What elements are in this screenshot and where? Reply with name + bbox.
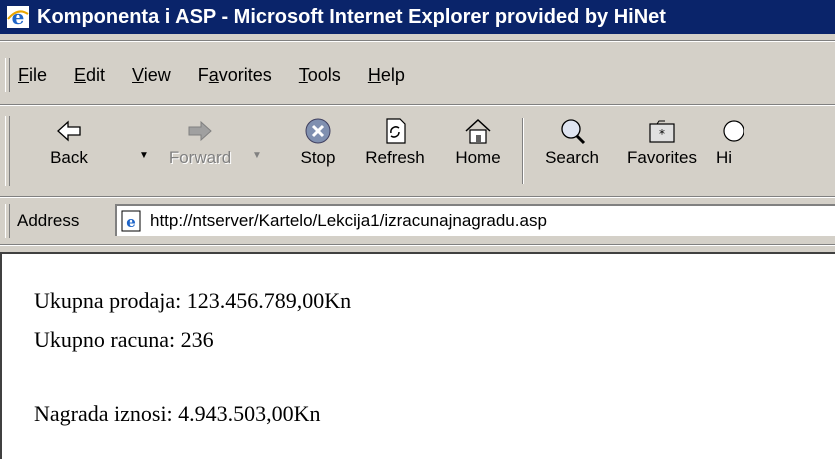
menu-grip[interactable] xyxy=(5,58,10,92)
menu-favorites-pre: F xyxy=(197,64,209,85)
address-bar: Address e xyxy=(0,200,835,242)
address-field[interactable]: e xyxy=(115,204,835,236)
back-arrow-icon xyxy=(57,120,81,142)
history-button[interactable]: Hi xyxy=(710,110,835,190)
menu-tools-mnemonic: T xyxy=(298,64,308,85)
search-label: Search xyxy=(545,148,599,167)
divider xyxy=(0,196,835,198)
svg-text:*: * xyxy=(659,127,665,141)
toolbar-separator xyxy=(522,118,524,184)
favorites-button[interactable]: * Favorites xyxy=(616,110,708,190)
menu-help-mnemonic: H xyxy=(367,64,381,85)
address-grip[interactable] xyxy=(5,204,10,238)
menu-favorites-mnemonic: a xyxy=(208,64,219,85)
back-button[interactable]: Back xyxy=(36,110,102,190)
search-icon xyxy=(561,119,586,145)
divider xyxy=(0,104,835,106)
divider xyxy=(0,244,835,246)
forward-dropdown-arrow[interactable]: ▼ xyxy=(252,150,262,161)
refresh-icon xyxy=(386,118,406,144)
page-content: Ukupna prodaja: 123.456.789,00Kn Ukupno … xyxy=(0,252,835,459)
address-label: Address xyxy=(17,211,80,230)
standard-toolbar: Back ▼ Forward ▼ Stop Refresh Home Searc… xyxy=(0,110,835,194)
address-input[interactable] xyxy=(150,211,790,231)
forward-button[interactable]: Forward xyxy=(160,110,240,190)
stop-icon xyxy=(305,118,331,144)
menu-favorites[interactable]: Favorites xyxy=(198,65,272,86)
menu-help-rest: elp xyxy=(380,64,405,85)
svg-text:e: e xyxy=(12,5,25,29)
menu-view-rest: iew xyxy=(143,64,171,85)
reward-amount-text: Nagrada iznosi: 4.943.503,00Kn xyxy=(34,401,321,426)
back-label: Back xyxy=(50,148,88,167)
stop-button[interactable]: Stop xyxy=(286,110,350,190)
divider xyxy=(0,40,835,42)
window-title: Komponenta i ASP - Microsoft Internet Ex… xyxy=(37,5,666,28)
menu-file[interactable]: File xyxy=(18,65,47,86)
home-button[interactable]: Home xyxy=(440,110,516,190)
forward-arrow-icon xyxy=(188,120,212,142)
back-dropdown-arrow[interactable]: ▼ xyxy=(139,150,149,161)
search-button[interactable]: Search xyxy=(530,110,614,190)
stop-label: Stop xyxy=(300,148,336,167)
menu-tools-rest: ools xyxy=(307,64,341,85)
refresh-button[interactable]: Refresh xyxy=(352,110,438,190)
menu-bar: File Edit View Favorites Tools Help xyxy=(0,50,835,100)
menu-view-mnemonic: V xyxy=(132,64,144,85)
menu-edit-mnemonic: E xyxy=(74,64,87,85)
favorites-folder-icon: * xyxy=(649,120,675,143)
home-icon xyxy=(465,118,491,144)
favorites-label: Favorites xyxy=(627,148,697,167)
menu-tools[interactable]: Tools xyxy=(299,65,341,86)
refresh-label: Refresh xyxy=(365,148,425,167)
menu-file-mnemonic: F xyxy=(18,64,29,85)
total-invoices-text: Ukupno racuna: 236 xyxy=(34,327,214,352)
menu-help[interactable]: Help xyxy=(368,65,405,86)
home-label: Home xyxy=(455,148,501,167)
menu-file-rest: ile xyxy=(29,64,48,85)
menu-edit[interactable]: Edit xyxy=(74,65,105,86)
history-label: Hi xyxy=(716,148,733,167)
menu-favorites-rest: vorites xyxy=(218,64,272,85)
history-icon xyxy=(723,120,744,142)
forward-label: Forward xyxy=(168,148,232,167)
total-sales-text: Ukupna prodaja: 123.456.789,00Kn xyxy=(34,288,352,313)
page-ie-icon: e xyxy=(121,210,141,232)
ie-logo-icon: e xyxy=(7,5,29,29)
svg-text:e: e xyxy=(126,213,136,231)
title-bar[interactable]: e Komponenta i ASP - Microsoft Internet … xyxy=(0,0,835,34)
menu-view[interactable]: View xyxy=(132,65,171,86)
menu-edit-rest: dit xyxy=(86,64,106,85)
toolbar-grip[interactable] xyxy=(5,116,10,186)
